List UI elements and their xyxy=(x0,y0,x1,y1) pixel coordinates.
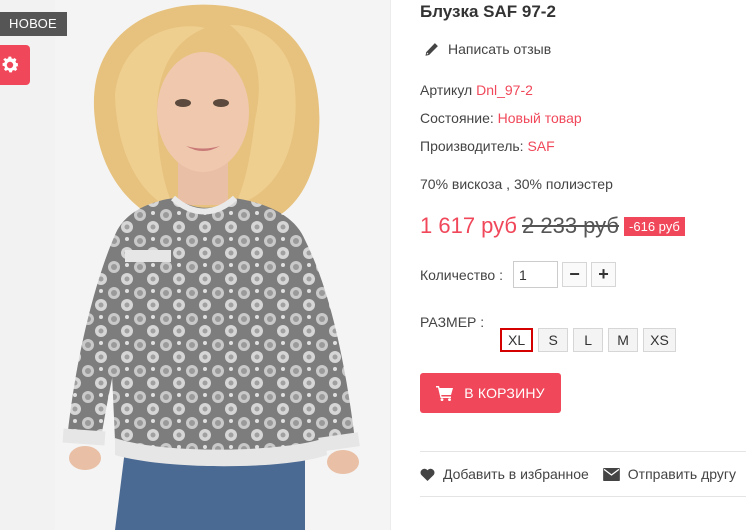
add-to-wishlist-label: Добавить в избранное xyxy=(443,466,589,482)
sku-row: Артикул Dnl_97-2 xyxy=(420,82,533,98)
product-photo[interactable] xyxy=(55,0,390,530)
cart-icon xyxy=(436,386,454,401)
size-option-m[interactable]: M xyxy=(608,328,639,352)
product-actions: Добавить в избранное Отправить другу xyxy=(420,466,746,482)
sku-label: Артикул xyxy=(420,82,473,98)
manufacturer-row: Производитель: SAF xyxy=(420,138,555,154)
pencil-icon xyxy=(425,42,438,56)
size-options: XL S L M XS xyxy=(500,328,681,352)
heart-icon xyxy=(420,468,435,481)
size-option-xl[interactable]: XL xyxy=(500,328,534,352)
write-review-label: Написать отзыв xyxy=(448,41,552,57)
size-option-xs[interactable]: XS xyxy=(643,328,676,352)
quantity-label: Количество : xyxy=(420,266,503,283)
column-divider xyxy=(390,0,391,530)
manufacturer-link[interactable]: SAF xyxy=(527,138,554,154)
product-title: Блузка SAF 97-2 xyxy=(420,2,556,21)
write-review-link[interactable]: Написать отзыв xyxy=(424,41,551,57)
quantity-increase-button[interactable]: + xyxy=(590,262,616,287)
add-to-wishlist-link[interactable]: Добавить в избранное xyxy=(420,466,589,482)
send-to-friend-label: Отправить другу xyxy=(627,466,737,482)
send-to-friend-link[interactable]: Отправить другу xyxy=(602,466,737,482)
new-badge: НОВОЕ xyxy=(0,12,68,36)
discount-badge: -616 руб xyxy=(624,216,685,236)
envelope-icon xyxy=(602,467,620,481)
actions-divider-bottom xyxy=(420,496,746,497)
sku-value: Dnl_97-2 xyxy=(476,82,533,98)
quantity-input[interactable] xyxy=(512,261,558,288)
old-price: 2 233 руб xyxy=(522,213,620,238)
add-to-cart-button[interactable]: В КОРЗИНУ xyxy=(420,373,561,413)
size-label: РАЗМЕР : xyxy=(420,314,485,330)
condition-value: Новый товар xyxy=(497,110,582,126)
add-to-cart-label: В КОРЗИНУ xyxy=(464,385,545,401)
quantity-decrease-button[interactable]: − xyxy=(561,262,587,287)
quantity-row: Количество : − + xyxy=(420,261,616,288)
actions-divider-top xyxy=(420,451,746,452)
gear-icon xyxy=(2,56,19,73)
size-option-s[interactable]: S xyxy=(538,328,569,352)
condition-row: Состояние: Новый товар xyxy=(420,110,582,126)
size-option-l[interactable]: L xyxy=(573,328,604,352)
composition-text: 70% вискоза , 30% полиэстер xyxy=(420,176,613,192)
condition-label: Состояние: xyxy=(420,110,494,126)
settings-button[interactable] xyxy=(0,45,30,85)
product-image-area: НОВОЕ xyxy=(0,0,390,530)
manufacturer-label: Производитель: xyxy=(420,138,524,154)
price-row: 1 617 руб 2 233 руб -616 руб xyxy=(420,213,685,239)
current-price: 1 617 руб xyxy=(420,213,518,238)
